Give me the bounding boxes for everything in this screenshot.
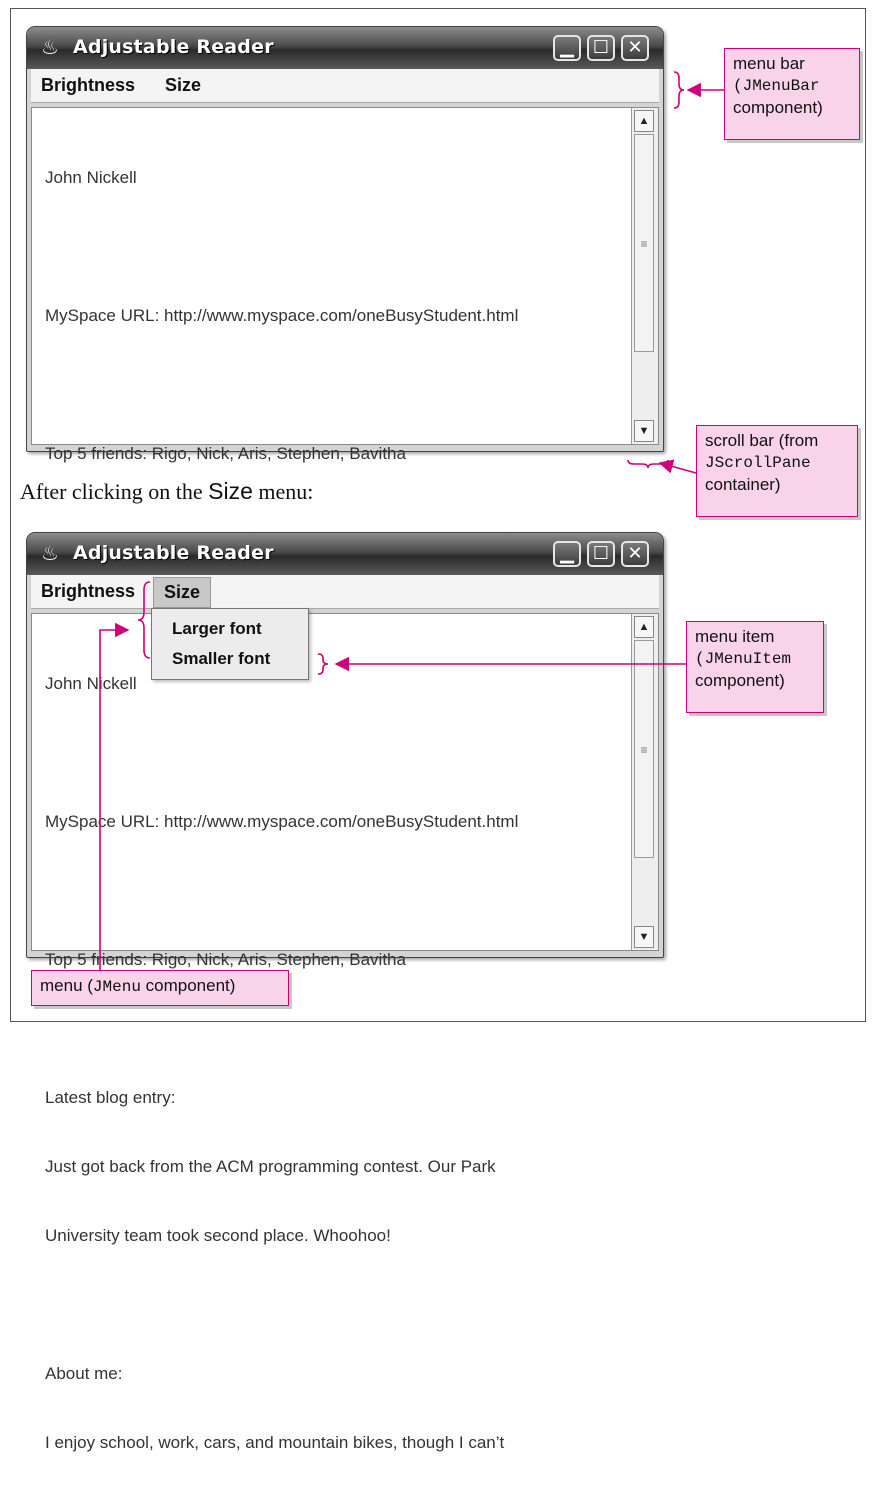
arrow-menu <box>99 622 130 970</box>
text-line: Latest blog entry: <box>45 1088 176 1107</box>
text-line: I enjoy school, work, cars, and mountain… <box>45 1433 505 1452</box>
callout-pointers <box>99 71 724 970</box>
brace-menu-item <box>317 653 329 675</box>
text-line <box>45 1293 618 1316</box>
text-line: Just got back from the ACM programming c… <box>45 1157 496 1176</box>
arrow-scroll-bar <box>658 459 697 474</box>
text-line: University team took second place. Whooh… <box>45 1226 391 1245</box>
brace-menu-bar <box>673 71 685 109</box>
text-line: About me: <box>45 1364 123 1383</box>
brace-menu <box>137 581 151 659</box>
